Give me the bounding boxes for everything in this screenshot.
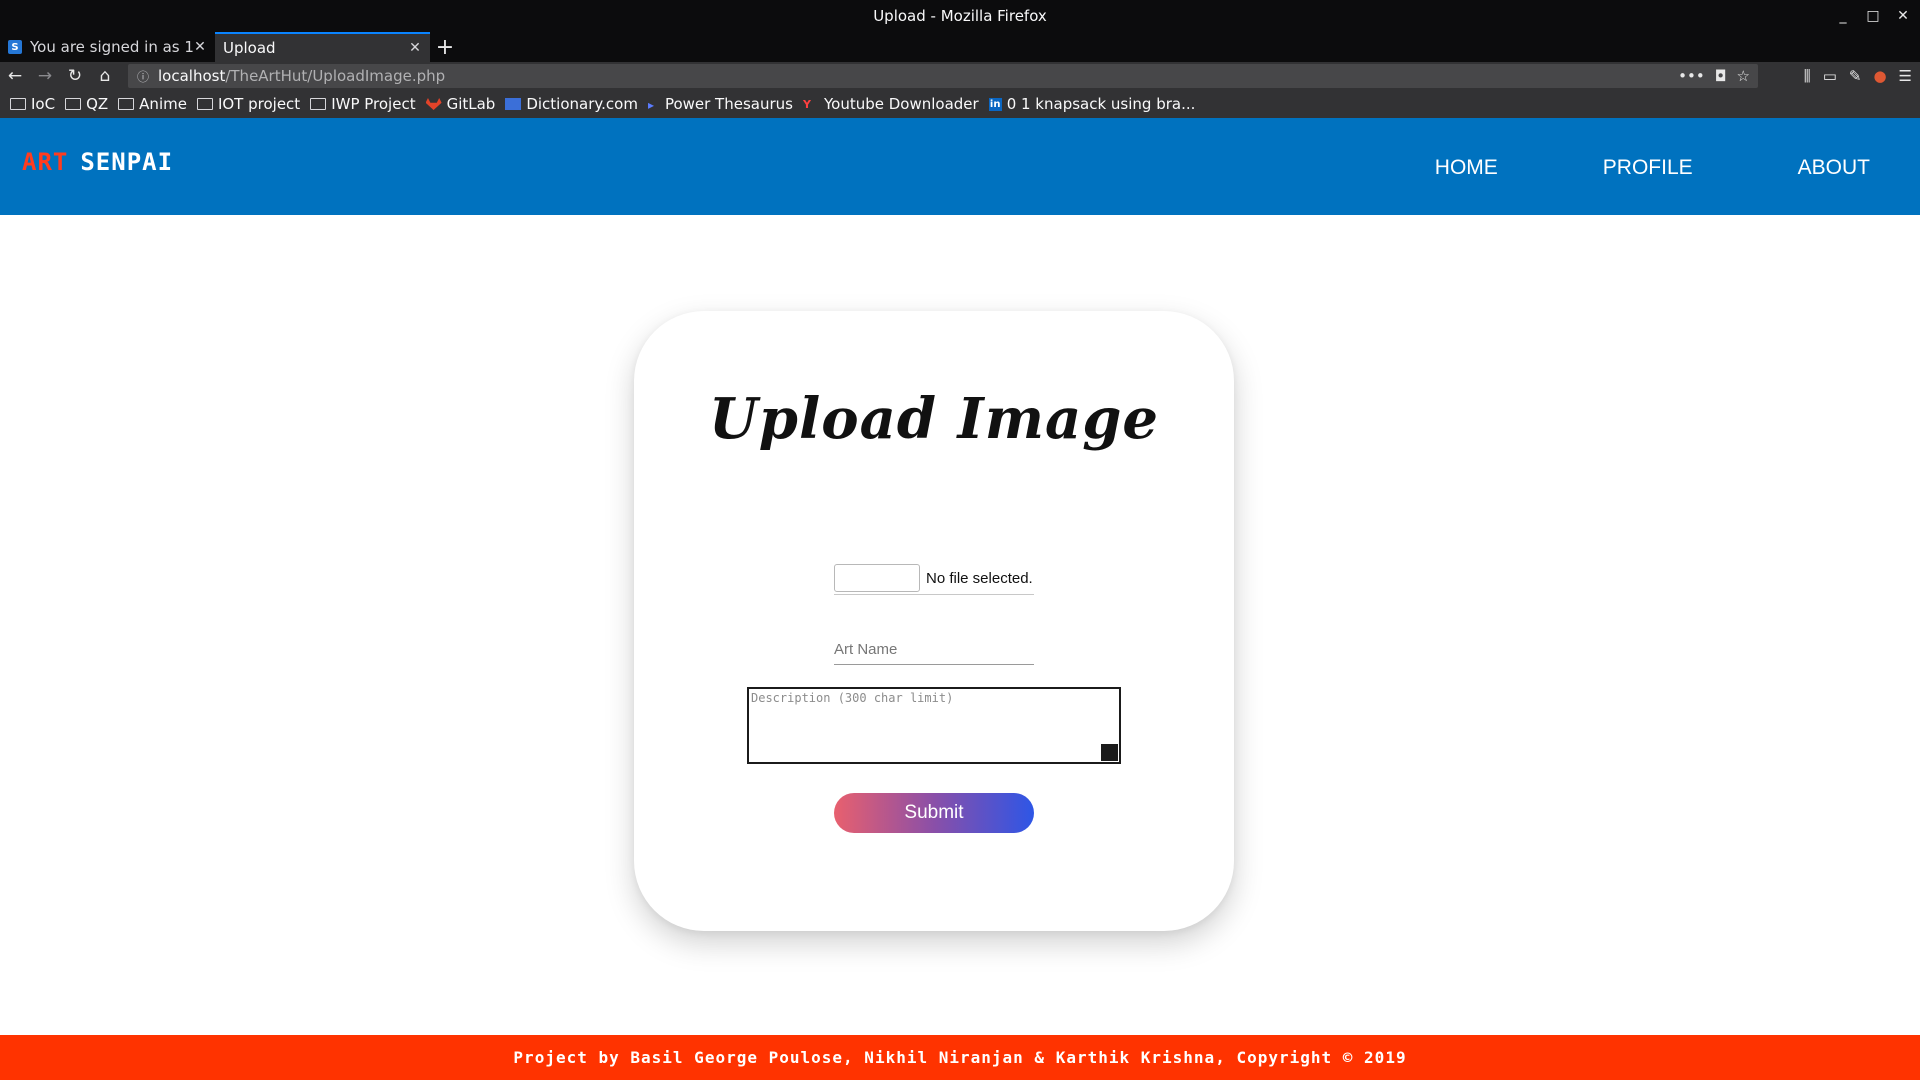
bookmark-knapsack[interactable]: in 0 1 knapsack using bra...: [988, 95, 1196, 113]
bookmark-label: Power Thesaurus: [664, 95, 793, 113]
extension-icon[interactable]: ✎: [1849, 67, 1862, 85]
window-controls: _ □ ✕: [1836, 0, 1910, 32]
site-info-icon[interactable]: ⓘ: [128, 68, 158, 85]
youtube-downloader-icon: Y: [802, 98, 811, 111]
file-input[interactable]: No file selected.: [834, 562, 1034, 595]
bookmark-label: Dictionary.com: [526, 95, 638, 113]
bookmark-iot-project[interactable]: IOT project: [196, 95, 301, 113]
bookmark-ioc[interactable]: IoC: [10, 95, 55, 113]
nav-home-link[interactable]: HOME: [1435, 156, 1498, 180]
bookmark-label: IoC: [31, 95, 56, 113]
library-icon[interactable]: ⫼: [1804, 67, 1811, 85]
menu-icon[interactable]: ☰: [1899, 67, 1912, 85]
site-favicon-icon: S: [8, 40, 22, 54]
bookmark-power-thesaurus[interactable]: ▸ Power Thesaurus: [648, 95, 793, 113]
gitlab-icon: [425, 98, 442, 110]
bookmark-label: IWP Project: [331, 95, 416, 113]
bookmark-label: IOT project: [217, 95, 301, 113]
tab-upload[interactable]: Upload ✕: [215, 32, 430, 62]
footer-credits: Project by Basil George Poulose, Nikhil …: [513, 1048, 1407, 1067]
minimize-button[interactable]: _: [1836, 8, 1850, 24]
bookmark-label: GitLab: [446, 95, 496, 113]
linkedin-icon: in: [988, 97, 1002, 111]
bookmark-qz[interactable]: QZ: [65, 95, 108, 113]
reload-button[interactable]: ↻: [60, 62, 90, 90]
description-textarea[interactable]: [747, 687, 1121, 764]
nav-profile-link[interactable]: PROFILE: [1603, 156, 1693, 180]
tab-strip: S You are signed in as 1761 ✕ Upload ✕ +: [0, 32, 1920, 62]
bookmark-label: QZ: [86, 95, 109, 113]
pocket-icon[interactable]: ◘: [1715, 67, 1727, 85]
bookmark-star-icon[interactable]: ☆: [1737, 67, 1750, 85]
page-title: Upload Image: [708, 386, 1160, 452]
browse-file-button[interactable]: [834, 564, 920, 592]
file-status-text: No file selected.: [926, 569, 1033, 587]
resize-handle[interactable]: [1101, 744, 1118, 761]
bookmark-dictionary[interactable]: Dictionary.com: [505, 95, 638, 113]
upload-card: Upload Image No file selected. Submit: [634, 311, 1234, 931]
art-name-input[interactable]: [834, 634, 1034, 665]
home-button[interactable]: ⌂: [90, 62, 120, 90]
bookmark-iwp-project[interactable]: IWP Project: [310, 95, 416, 113]
site-header: ART SENPAI HOME PROFILE ABOUT: [0, 118, 1920, 215]
dictionary-icon: [505, 98, 522, 110]
sidebar-icon[interactable]: ▭: [1823, 67, 1837, 85]
new-tab-button[interactable]: +: [430, 32, 460, 62]
close-tab-icon[interactable]: ✕: [193, 39, 207, 55]
folder-icon: [10, 98, 26, 110]
bookmark-gitlab[interactable]: GitLab: [425, 95, 496, 113]
close-tab-icon[interactable]: ✕: [408, 40, 422, 56]
bookmark-anime[interactable]: Anime: [118, 95, 187, 113]
duckduckgo-icon[interactable]: ●: [1873, 67, 1886, 85]
folder-icon: [310, 98, 327, 110]
main-nav: HOME PROFILE ABOUT: [1435, 156, 1870, 180]
submit-button[interactable]: Submit: [834, 793, 1034, 833]
window-titlebar: Upload - Mozilla Firefox _ □ ✕: [0, 0, 1920, 32]
bookmarks-toolbar: IoC QZ Anime IOT project IWP Project Git…: [0, 90, 1920, 118]
folder-icon: [196, 98, 213, 110]
back-button[interactable]: ←: [0, 62, 30, 90]
close-window-button[interactable]: ✕: [1896, 8, 1910, 24]
forward-button[interactable]: →: [30, 62, 60, 90]
folder-icon: [118, 98, 135, 110]
logo-senpai-text: SENPAI: [80, 148, 174, 176]
url-bar-tools: ••• ◘ ☆: [1678, 64, 1750, 88]
tab-label: You are signed in as 1761: [30, 38, 193, 56]
site-logo[interactable]: ART SENPAI: [22, 148, 173, 176]
url-path: /TheArtHut/UploadImage.php: [225, 67, 446, 85]
toolbar-right: ⫼ ▭ ✎ ● ☰: [1804, 62, 1912, 90]
folder-icon: [65, 98, 82, 110]
url-bar[interactable]: ⓘ localhost/TheArtHut/UploadImage.php ••…: [128, 64, 1758, 88]
window-title: Upload - Mozilla Firefox: [873, 7, 1047, 25]
bookmark-label: Anime: [139, 95, 187, 113]
page-actions-icon[interactable]: •••: [1678, 67, 1705, 85]
bookmark-youtube-downloader[interactable]: Y Youtube Downloader: [803, 95, 979, 113]
tab-signed-in[interactable]: S You are signed in as 1761 ✕: [0, 32, 215, 62]
site-footer: Project by Basil George Poulose, Nikhil …: [0, 1035, 1920, 1080]
tab-label: Upload: [223, 39, 276, 57]
bookmark-label: 0 1 knapsack using bra...: [1006, 95, 1196, 113]
nav-about-link[interactable]: ABOUT: [1798, 156, 1870, 180]
url-host: localhost: [158, 67, 226, 85]
maximize-button[interactable]: □: [1866, 8, 1880, 24]
power-thesaurus-icon: ▸: [647, 98, 654, 112]
logo-art-text: ART: [22, 148, 69, 176]
bookmark-label: Youtube Downloader: [823, 95, 979, 113]
